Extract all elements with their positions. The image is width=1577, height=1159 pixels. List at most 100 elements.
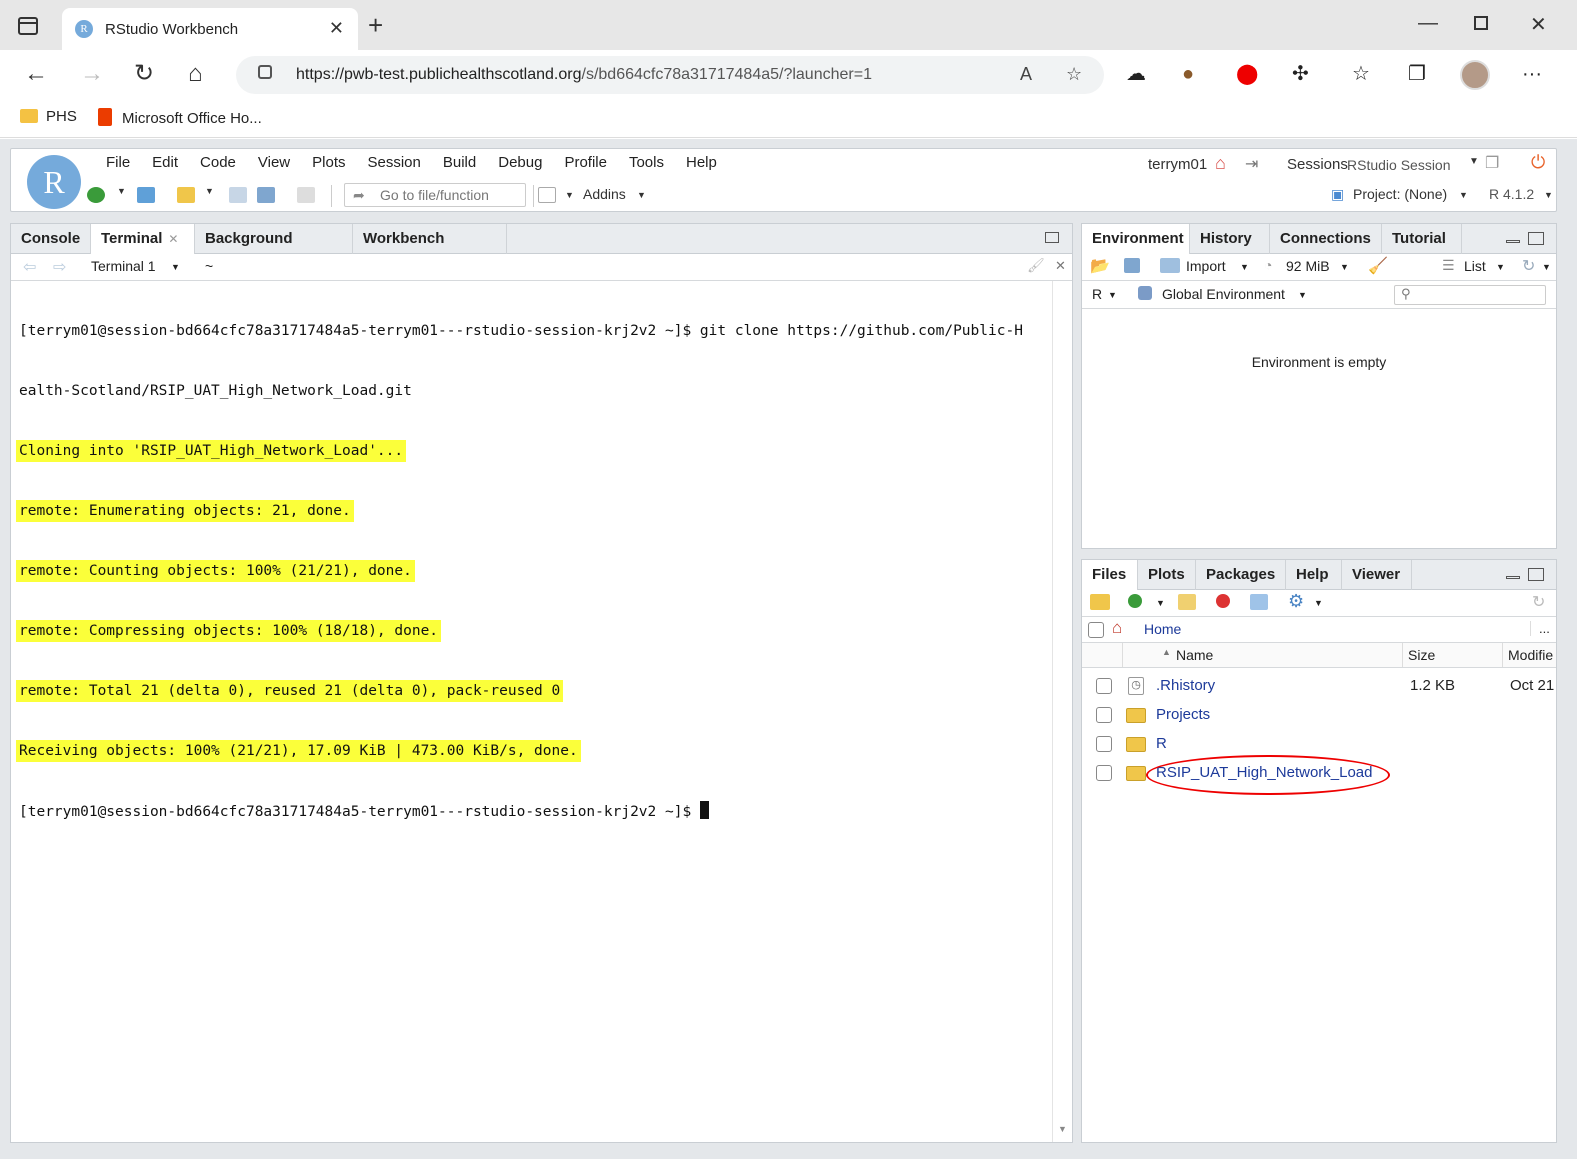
more-dropdown-icon[interactable]: ▼ — [1314, 598, 1323, 608]
sessions-label[interactable]: Sessions — [1287, 156, 1348, 173]
new-blank-file-icon[interactable] — [1128, 594, 1142, 608]
home-icon[interactable]: ⌂ — [1215, 153, 1226, 174]
tab-actions-icon[interactable] — [18, 17, 38, 35]
new-file-dropdown-icon[interactable]: ▼ — [117, 186, 126, 196]
new-project-icon[interactable] — [137, 187, 155, 203]
menu-tools[interactable]: Tools — [618, 154, 675, 171]
more-gear-icon[interactable]: ⚙ — [1288, 591, 1304, 612]
view-dropdown-icon[interactable]: ▼ — [1496, 262, 1505, 272]
session-name[interactable]: RStudio Session — [1347, 157, 1451, 173]
save-all-icon[interactable] — [257, 187, 275, 203]
cloud-icon[interactable]: ☁ — [1126, 62, 1146, 86]
addins-menu[interactable]: Addins — [583, 186, 626, 202]
column-name[interactable]: Name — [1176, 647, 1213, 663]
tab-tutorial[interactable]: Tutorial — [1382, 224, 1462, 254]
close-tab-icon[interactable]: ✕ — [329, 18, 344, 39]
save-workspace-icon[interactable] — [1124, 258, 1140, 273]
tab-connections[interactable]: Connections — [1270, 224, 1382, 254]
home-icon[interactable]: ⌂ — [1112, 618, 1122, 638]
file-name[interactable]: R — [1156, 735, 1167, 752]
maximize-pane-icon[interactable] — [1528, 232, 1544, 245]
clear-workspace-icon[interactable]: 🧹 — [1368, 256, 1388, 276]
breadcrumb-home[interactable]: Home — [1144, 621, 1181, 637]
menu-build[interactable]: Build — [432, 154, 487, 171]
refresh-files-icon[interactable]: ↻ — [1532, 592, 1545, 612]
forward-icon[interactable]: → — [80, 60, 104, 88]
column-modified[interactable]: Modifie — [1508, 647, 1553, 663]
tab-background-jobs[interactable]: Background Jobs✕ — [195, 224, 353, 277]
extensions-icon[interactable]: ✣ — [1292, 62, 1309, 86]
view-mode-menu[interactable]: List — [1464, 258, 1486, 274]
load-workspace-icon[interactable]: 📂 — [1090, 256, 1110, 276]
file-row-projects[interactable]: Projects — [1082, 701, 1556, 730]
back-icon[interactable]: ← — [24, 60, 48, 88]
tab-console[interactable]: Console — [11, 224, 91, 254]
favorites-icon[interactable]: ☆ — [1352, 62, 1370, 86]
menu-plots[interactable]: Plots — [301, 154, 356, 171]
tab-packages[interactable]: Packages — [1196, 560, 1286, 590]
row-checkbox[interactable] — [1096, 678, 1112, 694]
url-text[interactable]: https://pwb-test.publichealthscotland.or… — [296, 66, 872, 84]
workspace-panes-icon[interactable] — [538, 187, 556, 203]
r-version-dropdown-icon[interactable]: ▼ — [1544, 190, 1553, 200]
file-row-rsip[interactable]: RSIP_UAT_High_Network_Load — [1082, 755, 1556, 795]
delete-icon[interactable] — [1216, 594, 1230, 608]
row-checkbox[interactable] — [1096, 765, 1112, 781]
environment-scope-select[interactable]: Global Environment — [1162, 286, 1285, 302]
bookmark-office[interactable]: Microsoft Office Ho... — [98, 108, 262, 127]
language-dropdown-icon[interactable]: ▼ — [1108, 290, 1117, 300]
save-icon[interactable] — [229, 187, 247, 203]
tab-plots[interactable]: Plots — [1138, 560, 1196, 590]
refresh-icon[interactable]: ↻ — [1522, 256, 1535, 276]
r-version[interactable]: R 4.1.2 — [1489, 186, 1534, 202]
environment-search-input[interactable]: ⚲ — [1394, 285, 1546, 305]
panes-dropdown-icon[interactable]: ▼ — [565, 190, 574, 200]
terminal-dropdown-icon[interactable]: ▼ — [171, 262, 180, 272]
project-menu[interactable]: Project: (None) — [1353, 186, 1447, 202]
menu-debug[interactable]: Debug — [487, 154, 553, 171]
lock-icon[interactable] — [258, 65, 272, 79]
clear-terminal-icon[interactable]: 🖌 — [1027, 257, 1045, 274]
new-tab-icon[interactable]: + — [368, 12, 383, 38]
minimize-icon[interactable]: — — [1418, 12, 1438, 35]
memory-dropdown-icon[interactable]: ▼ — [1340, 262, 1349, 272]
menu-session[interactable]: Session — [357, 154, 432, 171]
menu-code[interactable]: Code — [189, 154, 247, 171]
sign-out-icon[interactable]: ⇥ — [1245, 154, 1258, 174]
new-file-icon[interactable] — [87, 187, 105, 203]
prev-terminal-icon[interactable]: ⇦ — [23, 257, 36, 277]
address-bar[interactable]: https://pwb-test.publichealthscotland.or… — [236, 56, 1104, 94]
memory-usage[interactable]: 92 MiB — [1286, 258, 1330, 274]
add-favorite-icon[interactable]: ☆ — [1066, 64, 1082, 85]
reload-icon[interactable]: ↻ — [134, 60, 154, 88]
maximize-icon[interactable] — [1474, 16, 1488, 30]
column-size[interactable]: Size — [1408, 647, 1435, 663]
rename-icon[interactable] — [1250, 594, 1268, 610]
profile-avatar[interactable] — [1460, 60, 1490, 90]
more-menu-icon[interactable]: ··· — [1522, 62, 1542, 86]
tab-terminal[interactable]: Terminal ✕ — [91, 224, 195, 255]
import-dropdown-icon[interactable]: ▼ — [1240, 262, 1249, 272]
open-file-dropdown-icon[interactable]: ▼ — [205, 186, 214, 196]
tab-history[interactable]: History — [1190, 224, 1270, 254]
tab-help[interactable]: Help — [1286, 560, 1342, 590]
tab-environment[interactable]: Environment — [1082, 224, 1190, 255]
row-checkbox[interactable] — [1096, 736, 1112, 752]
minimize-pane-icon[interactable] — [1506, 576, 1520, 579]
home-icon[interactable]: ⌂ — [188, 60, 203, 88]
upload-icon[interactable] — [1178, 594, 1196, 610]
new-folder-icon[interactable] — [1090, 594, 1110, 610]
new-window-icon[interactable]: ❐ — [1485, 153, 1499, 173]
terminal-select[interactable]: Terminal 1 — [91, 258, 156, 274]
open-file-icon[interactable] — [177, 187, 195, 203]
scroll-down-icon[interactable]: ▼ — [1058, 1124, 1067, 1134]
new-file-dropdown-icon[interactable]: ▼ — [1156, 598, 1165, 608]
close-terminal-icon[interactable]: ✕ — [1055, 258, 1066, 274]
addins-dropdown-icon[interactable]: ▼ — [637, 190, 646, 200]
menu-file[interactable]: File — [95, 154, 141, 171]
row-checkbox[interactable] — [1096, 707, 1112, 723]
menu-help[interactable]: Help — [675, 154, 728, 171]
close-tab-icon[interactable]: ✕ — [168, 232, 178, 246]
menu-profile[interactable]: Profile — [553, 154, 618, 171]
scope-dropdown-icon[interactable]: ▼ — [1298, 290, 1307, 300]
